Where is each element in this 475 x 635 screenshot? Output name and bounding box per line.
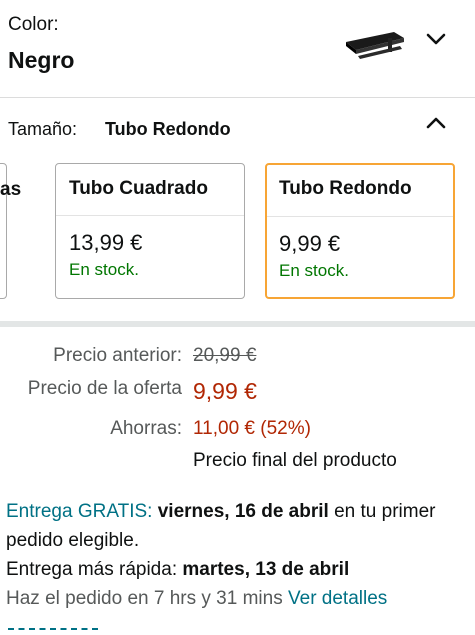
product-thumbnail <box>346 32 404 59</box>
savings-label: Ahorras: <box>110 418 182 439</box>
offer-price-label: Precio de la oferta <box>27 378 182 399</box>
color-selector[interactable]: Color: Negro <box>0 0 475 98</box>
color-label: Color: <box>8 14 59 35</box>
offer-price-value: 9,99 € <box>193 378 257 404</box>
free-delivery-line: Entrega GRATIS: viernes, 16 de abril en … <box>6 497 468 555</box>
size-option-title: Tubo Redondo <box>267 165 453 217</box>
delivery-info: Entrega GRATIS: viernes, 16 de abril en … <box>6 497 468 613</box>
order-within-line: Haz el pedido en 7 hrs y 31 mins Ver det… <box>6 584 468 613</box>
fast-delivery-label: Entrega más rápida: <box>6 559 178 580</box>
previous-price-label: Precio anterior: <box>53 345 182 366</box>
cut-off-link <box>8 628 98 630</box>
size-selector: Tamaño: Tubo Redondo as Tubo Cuadrado 13… <box>0 99 475 321</box>
chevron-up-icon[interactable] <box>426 116 446 130</box>
order-within-text: Haz el pedido en 7 hrs y 31 mins <box>6 588 283 609</box>
fast-delivery-date: martes, 13 de abril <box>182 559 350 580</box>
free-delivery-label: Entrega GRATIS: <box>6 501 153 522</box>
free-delivery-date: viernes, 16 de abril <box>157 501 329 522</box>
size-option-title: Tubo Cuadrado <box>56 164 244 216</box>
savings-value: 11,00 € (52%) <box>193 418 311 439</box>
previous-price-value: 20,99 € <box>193 345 257 366</box>
size-option-price: 9,99 € <box>279 231 341 256</box>
size-option-price: 13,99 € <box>69 230 143 255</box>
fast-delivery-line: Entrega más rápida: martes, 13 de abril <box>6 555 468 584</box>
section-divider <box>0 321 475 327</box>
size-label: Tamaño: <box>8 119 78 139</box>
size-option-tubo-cuadrado[interactable]: Tubo Cuadrado 13,99 € En stock. <box>55 163 245 299</box>
size-option-partial-label: as <box>0 179 22 200</box>
size-value: Tubo Redondo <box>105 119 231 139</box>
size-option-stock: En stock. <box>69 260 139 279</box>
chevron-down-icon[interactable] <box>426 32 446 46</box>
details-link[interactable]: Ver detalles <box>288 588 387 609</box>
final-price-note: Precio final del producto <box>193 450 397 471</box>
color-value: Negro <box>8 47 75 73</box>
size-option-tubo-redondo[interactable]: Tubo Redondo 9,99 € En stock. <box>265 163 455 299</box>
size-option-stock: En stock. <box>279 261 349 280</box>
